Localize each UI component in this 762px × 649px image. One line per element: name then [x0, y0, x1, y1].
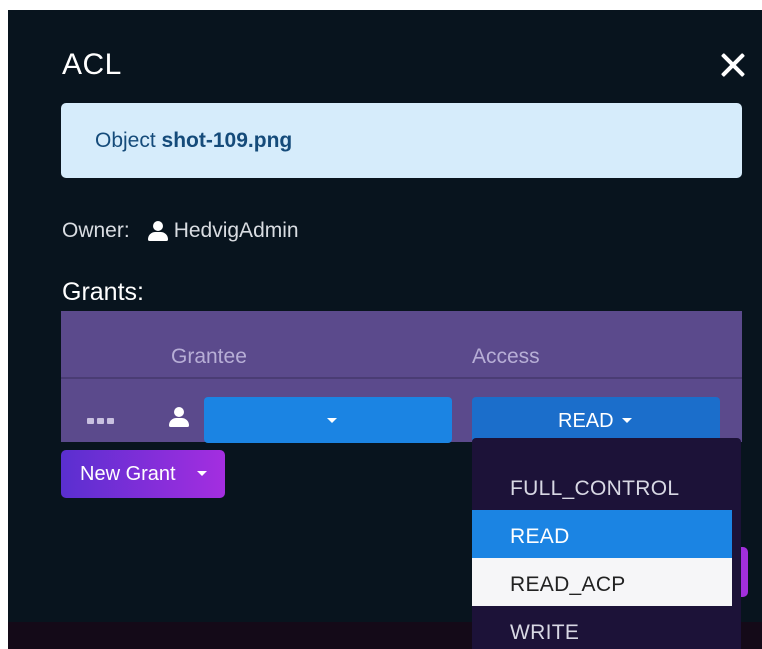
column-header-access: Access: [472, 345, 540, 368]
more-dots-icon[interactable]: [87, 418, 114, 424]
access-value: READ: [558, 410, 614, 432]
object-info-banner: Object shot-109.png: [61, 103, 742, 178]
object-filename: shot-109.png: [161, 129, 293, 152]
user-icon: [147, 221, 168, 241]
access-dropdown-menu: FULL_CONTROL READ READ_ACP WRITE: [472, 438, 741, 649]
menu-item-read[interactable]: READ: [472, 510, 732, 558]
banner-prefix: Object: [95, 129, 156, 152]
grants-heading: Grants:: [62, 278, 144, 306]
close-icon[interactable]: [718, 50, 748, 80]
grants-table: Grantee Access READ: [61, 311, 742, 443]
user-icon: [169, 407, 189, 427]
menu-item-read-acp[interactable]: READ_ACP: [472, 558, 732, 606]
owner-label: Owner:: [62, 219, 130, 242]
column-header-grantee: Grantee: [171, 345, 247, 368]
new-grant-button[interactable]: New Grant: [61, 450, 225, 498]
menu-item-full-control[interactable]: FULL_CONTROL: [472, 462, 732, 510]
grantee-select[interactable]: [204, 397, 452, 443]
chevron-down-icon: [622, 418, 632, 423]
table-divider: [61, 377, 742, 379]
new-grant-label: New Grant: [80, 463, 176, 485]
chevron-down-icon: [197, 471, 207, 476]
screen: ACL Object shot-109.png Owner: HedvigAdm…: [0, 0, 762, 649]
modal-title: ACL: [62, 48, 122, 81]
chevron-down-icon: [327, 418, 337, 423]
menu-item-write[interactable]: WRITE: [472, 606, 732, 649]
page-edge: [0, 0, 8, 649]
owner-name: HedvigAdmin: [173, 219, 299, 242]
owner-row: Owner: HedvigAdmin: [62, 219, 299, 243]
access-select[interactable]: READ: [472, 397, 720, 443]
